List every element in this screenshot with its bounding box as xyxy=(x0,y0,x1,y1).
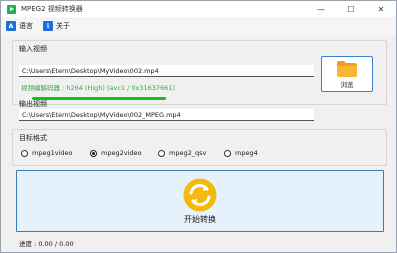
output-path-field[interactable]: C:\Users\Etern\Desktop\MyVideo\002_MPEG.… xyxy=(19,109,314,121)
menu-language-label: 语言 xyxy=(19,22,33,30)
maximize-button[interactable]: ☐ xyxy=(336,1,366,17)
start-conversion-label: 开始转换 xyxy=(184,214,216,224)
radio-indicator xyxy=(21,149,28,157)
output-video-label: 输出视频 xyxy=(19,100,47,108)
window-title: MPEG2 视频转换器 xyxy=(21,5,83,13)
radio-label: mpeg2_qsv xyxy=(169,149,207,157)
app-logo-icon xyxy=(7,4,16,14)
radio-label: mpeg4 xyxy=(235,149,258,157)
codec-info-text: 视频编解码器 : h264 (High) (avc1 / 0x31637661) xyxy=(21,84,175,92)
browse-label: 浏览 xyxy=(340,80,354,89)
radio-mpeg2video[interactable]: mpeg2video xyxy=(90,149,141,157)
target-format-label: 目标格式 xyxy=(19,134,47,142)
codec-highlight-mark xyxy=(32,97,166,100)
menu-language[interactable]: A 语言 xyxy=(6,21,33,31)
close-button[interactable]: ✕ xyxy=(366,1,396,17)
menu-about[interactable]: i 关于 xyxy=(43,21,70,31)
radio-mpeg1video[interactable]: mpeg1video xyxy=(21,149,72,157)
info-icon: i xyxy=(43,21,53,31)
input-path-field[interactable]: C:\Users\Etern\Desktop\MyVideo\002.mp4 xyxy=(19,65,314,77)
window-controls: — ☐ ✕ xyxy=(306,1,396,17)
radio-indicator xyxy=(224,149,231,157)
input-video-label: 输入视频 xyxy=(19,45,47,53)
app-window: MPEG2 视频转换器 — ☐ ✕ A 语言 i 关于 输入视频 C:\User… xyxy=(0,0,397,253)
radio-mpeg4[interactable]: mpeg4 xyxy=(224,149,258,157)
radio-mpeg2-qsv[interactable]: mpeg2_qsv xyxy=(158,149,206,157)
menu-about-label: 关于 xyxy=(56,22,70,30)
radio-indicator-checked xyxy=(90,149,97,157)
folder-icon xyxy=(337,60,357,77)
browse-button[interactable]: 浏览 xyxy=(321,56,373,92)
title-bar[interactable]: MPEG2 视频转换器 — ☐ ✕ xyxy=(1,1,396,17)
menu-bar: A 语言 i 关于 xyxy=(1,17,396,35)
target-format-group xyxy=(12,129,387,166)
radio-label: mpeg1video xyxy=(32,149,73,157)
progress-status: 进度 : 0.00 / 0.00 xyxy=(19,240,74,248)
radio-indicator xyxy=(158,149,165,157)
start-conversion-button[interactable]: 开始转换 xyxy=(16,170,384,232)
minimize-button[interactable]: — xyxy=(306,1,336,17)
language-icon: A xyxy=(6,21,16,31)
radio-label: mpeg2video xyxy=(101,149,142,157)
convert-refresh-icon xyxy=(183,178,217,211)
